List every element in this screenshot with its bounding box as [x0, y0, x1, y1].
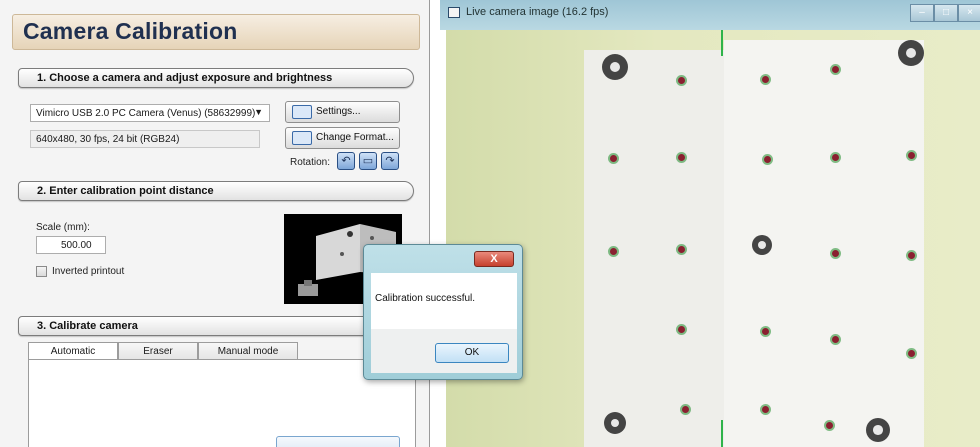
target-marker — [602, 54, 628, 80]
settings-button-label: Settings... — [316, 106, 361, 117]
rotate-right-button[interactable]: ↷ — [381, 152, 399, 170]
calibration-dot — [826, 422, 833, 429]
dialog-close-button[interactable]: X — [474, 251, 514, 267]
crosshair-bottom — [721, 420, 723, 447]
calibration-dot — [832, 250, 839, 257]
chevron-down-icon: ▼ — [254, 107, 263, 117]
maximize-button[interactable]: □ — [934, 4, 958, 22]
format-info: 640x480, 30 fps, 24 bit (RGB24) — [30, 130, 260, 148]
panel-title: Camera Calibration — [23, 18, 238, 44]
camera-select-value: Vimicro USB 2.0 PC Camera (Venus) (58632… — [36, 108, 256, 119]
rotate-left-button[interactable]: ↶ — [337, 152, 355, 170]
calibration-dot — [762, 406, 769, 413]
dialog-message: Calibration successful. — [375, 293, 476, 304]
calibration-dot — [610, 248, 617, 255]
tab-manual-mode-label: Manual mode — [217, 346, 279, 357]
calibration-dot — [678, 77, 685, 84]
panel-header: Camera Calibration — [12, 14, 420, 50]
change-format-button[interactable]: Change Format... — [285, 127, 400, 149]
calibration-panel: Camera Calibration 1. Choose a camera an… — [0, 0, 430, 447]
change-format-icon — [292, 131, 312, 145]
tab-manual-mode[interactable]: Manual mode — [198, 342, 298, 360]
target-marker — [604, 412, 626, 434]
minimize-button[interactable]: – — [910, 4, 934, 22]
section-calibrate: 3. Calibrate camera — [18, 316, 414, 336]
tab-content — [28, 359, 416, 447]
format-info-text: 640x480, 30 fps, 24 bit (RGB24) — [36, 134, 180, 145]
calibration-dot — [610, 155, 617, 162]
crosshair-top — [721, 30, 723, 56]
inverted-label: Inverted printout — [52, 266, 125, 277]
rotate-none-button[interactable]: ▭ — [359, 152, 377, 170]
scale-label: Scale (mm): — [36, 222, 90, 233]
window-app-icon — [448, 7, 460, 18]
camera-select[interactable]: Vimicro USB 2.0 PC Camera (Venus) (58632… — [30, 104, 270, 122]
scale-input[interactable]: 500.00 — [36, 236, 106, 254]
section-calibrate-label: 3. Calibrate camera — [37, 320, 138, 332]
ok-button[interactable]: OK — [435, 343, 509, 363]
settings-icon — [292, 105, 312, 119]
calibration-dot — [762, 328, 769, 335]
camera-window-title: Live camera image (16.2 fps) — [466, 6, 609, 18]
close-icon: X — [490, 253, 498, 265]
dialog-content: Calibration successful. — [371, 273, 517, 329]
calibration-dot — [678, 154, 685, 161]
live-camera-image — [446, 30, 980, 447]
section-choose-camera: 1. Choose a camera and adjust exposure a… — [18, 68, 414, 88]
calibrate-button[interactable] — [276, 436, 400, 447]
calibration-dot — [908, 350, 915, 357]
calibration-dot — [682, 406, 689, 413]
camera-window: Live camera image (16.2 fps) – □ × — [440, 0, 980, 447]
calibration-dot — [678, 326, 685, 333]
calibration-dot — [832, 66, 839, 73]
camera-window-titlebar[interactable]: Live camera image (16.2 fps) – □ × — [440, 0, 980, 30]
section-point-distance-label: 2. Enter calibration point distance — [37, 185, 214, 197]
calibration-dot — [762, 76, 769, 83]
change-format-button-label: Change Format... — [316, 132, 394, 143]
calibration-dot — [832, 154, 839, 161]
section-choose-camera-label: 1. Choose a camera and adjust exposure a… — [37, 72, 333, 84]
settings-button[interactable]: Settings... — [285, 101, 400, 123]
inverted-checkbox[interactable] — [36, 266, 47, 277]
target-marker — [866, 418, 890, 442]
calibration-dot — [832, 336, 839, 343]
section-point-distance: 2. Enter calibration point distance — [18, 181, 414, 201]
tab-eraser[interactable]: Eraser — [118, 342, 198, 360]
ok-button-label: OK — [464, 347, 480, 358]
tab-automatic-label: Automatic — [50, 346, 96, 357]
calibration-dot — [908, 152, 915, 159]
tab-eraser-label: Eraser — [143, 346, 173, 357]
target-marker — [898, 40, 924, 66]
message-dialog: X Calibration successful. OK — [363, 244, 523, 380]
calibration-dot — [908, 252, 915, 259]
scale-input-value: 500.00 — [61, 240, 92, 251]
close-window-button[interactable]: × — [958, 4, 980, 22]
target-marker — [752, 235, 772, 255]
calibration-dot — [678, 246, 685, 253]
calibration-board-left — [584, 50, 724, 447]
calibration-dot — [764, 156, 771, 163]
rotation-label: Rotation: — [290, 157, 331, 168]
